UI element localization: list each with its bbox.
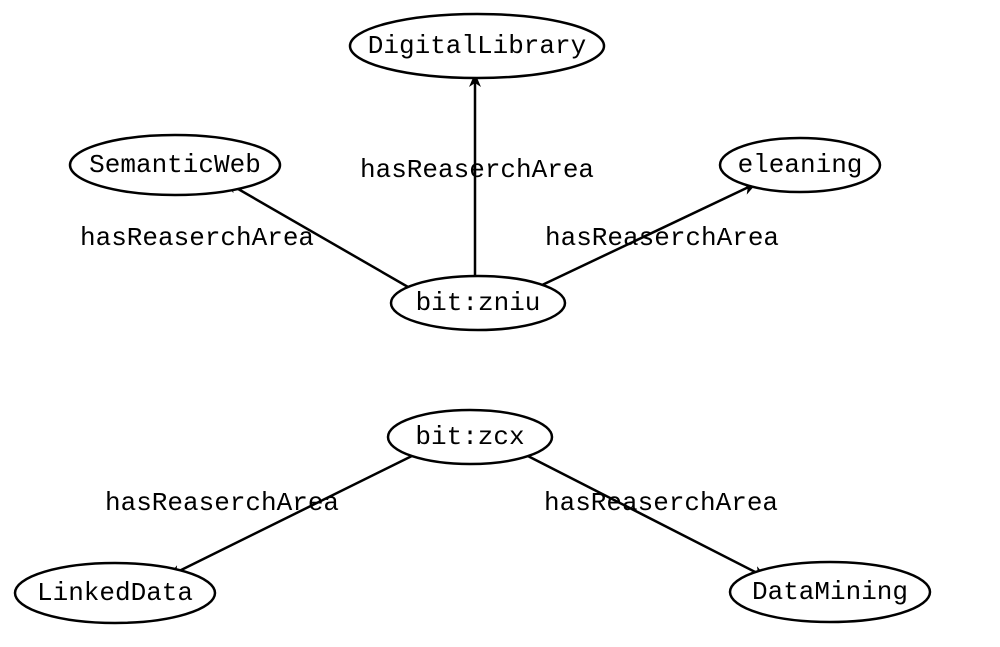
node-label-semantic-web: SemanticWeb — [89, 150, 261, 180]
node-bit-zcx: bit:zcx — [388, 410, 552, 464]
node-label-linked-data: LinkedData — [37, 578, 193, 608]
node-label-data-mining: DataMining — [752, 577, 908, 607]
node-bit-zniu: bit:zniu — [391, 276, 565, 330]
node-linked-data: LinkedData — [15, 563, 215, 623]
node-label-bit-zcx: bit:zcx — [415, 422, 524, 452]
edge-label-zniu-eleaning: hasReaserchArea — [545, 223, 779, 253]
node-eleaning: eleaning — [720, 138, 880, 192]
node-label-eleaning: eleaning — [738, 150, 863, 180]
node-data-mining: DataMining — [730, 562, 930, 622]
edge-label-zniu-semantic: hasReaserchArea — [80, 223, 314, 253]
edge-label-zcx-linked: hasReaserchArea — [105, 488, 339, 518]
node-label-digital-library: DigitalLibrary — [368, 31, 586, 61]
node-label-bit-zniu: bit:zniu — [416, 288, 541, 318]
edge-label-zniu-digital: hasReaserchArea — [360, 155, 594, 185]
node-digital-library: DigitalLibrary — [350, 14, 604, 78]
edge-label-zcx-datamining: hasReaserchArea — [544, 488, 778, 518]
node-semantic-web: SemanticWeb — [70, 135, 280, 195]
